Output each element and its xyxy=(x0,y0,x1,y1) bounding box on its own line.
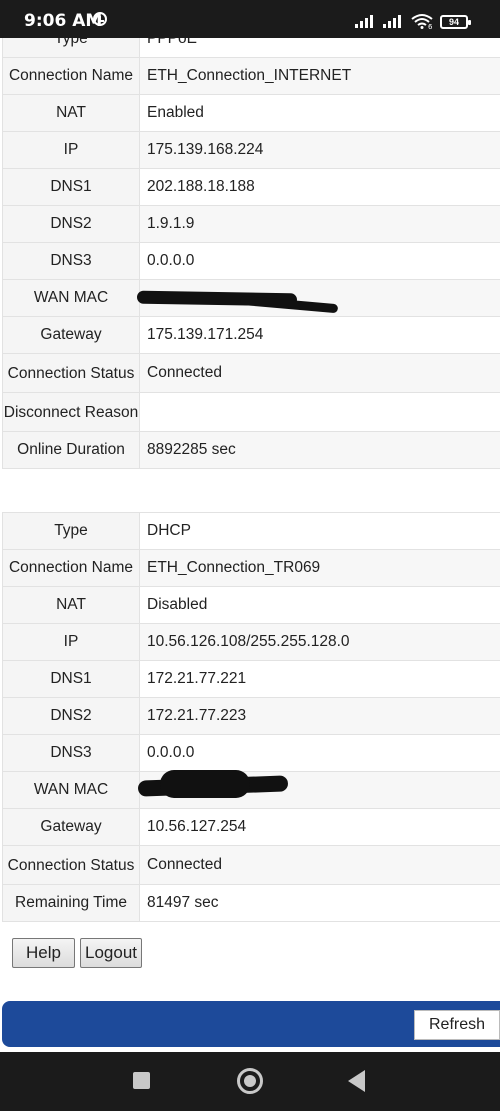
alarm-icon xyxy=(93,12,107,26)
row-label: Connection Name xyxy=(2,549,140,587)
table-row: NAT Enabled xyxy=(2,94,500,132)
back-icon[interactable] xyxy=(348,1070,365,1092)
table-row: DNS2 172.21.77.223 xyxy=(2,697,500,735)
row-label: DNS3 xyxy=(2,242,140,280)
row-value: Connected xyxy=(139,845,500,885)
row-label: IP xyxy=(2,131,140,169)
refresh-button[interactable]: Refresh xyxy=(414,1010,500,1040)
row-value: ETH_Connection_TR069 xyxy=(139,549,500,587)
row-label: DNS1 xyxy=(2,660,140,698)
table-row: Connection Status Connected xyxy=(2,353,500,393)
table-row: DNS3 0.0.0.0 xyxy=(2,242,500,280)
table-row: Disconnect Reason xyxy=(2,392,500,432)
row-label: WAN MAC xyxy=(2,279,140,317)
wifi-icon: 6 xyxy=(411,14,433,29)
row-label: Type xyxy=(2,512,140,550)
row-value: DHCP xyxy=(139,512,500,550)
row-value: 0.0.0.0 xyxy=(139,242,500,280)
row-label: Online Duration xyxy=(2,431,140,469)
row-value: 0.0.0.0 xyxy=(139,734,500,772)
row-value xyxy=(139,392,500,432)
row-label: Connection Name xyxy=(2,57,140,95)
table-row: Online Duration 8892285 sec xyxy=(2,431,500,469)
help-button[interactable]: Help xyxy=(12,938,75,968)
table-row: DNS1 172.21.77.221 xyxy=(2,660,500,698)
home-icon[interactable] xyxy=(237,1068,263,1094)
status-bar: 9:06 AM 6 94 xyxy=(0,0,500,38)
recents-icon[interactable] xyxy=(133,1072,150,1089)
row-value: 1.9.1.9 xyxy=(139,205,500,243)
row-label: Disconnect Reason xyxy=(2,392,140,432)
table-row: Type DHCP xyxy=(2,512,500,550)
row-label: NAT xyxy=(2,586,140,624)
table-row: Connection Name ETH_Connection_INTERNET xyxy=(2,57,500,95)
row-value: 81497 sec xyxy=(139,884,500,922)
row-label: IP xyxy=(2,623,140,661)
table-row: Remaining Time 81497 sec xyxy=(2,884,500,922)
row-label: Remaining Time xyxy=(2,884,140,922)
row-label: NAT xyxy=(2,94,140,132)
status-time: 9:06 AM xyxy=(24,11,103,31)
row-value: Connected xyxy=(139,353,500,393)
row-value: ETH_Connection_INTERNET xyxy=(139,57,500,95)
row-value: Disabled xyxy=(139,586,500,624)
table-row: Connection Name ETH_Connection_TR069 xyxy=(2,549,500,587)
table-row: DNS2 1.9.1.9 xyxy=(2,205,500,243)
row-value: 10.56.127.254 xyxy=(139,808,500,846)
row-label: Connection Status xyxy=(2,353,140,393)
row-label: DNS1 xyxy=(2,168,140,206)
row-label: Gateway xyxy=(2,808,140,846)
table-row: DNS3 0.0.0.0 xyxy=(2,734,500,772)
logout-button[interactable]: Logout xyxy=(80,938,142,968)
navigation-bar xyxy=(0,1052,500,1111)
row-label: DNS2 xyxy=(2,697,140,735)
row-value: 175.139.168.224 xyxy=(139,131,500,169)
row-value: 202.188.18.188 xyxy=(139,168,500,206)
signal-icon xyxy=(383,14,405,28)
internet-connection-table: Type PPPoE Connection Name ETH_Connection_… xyxy=(2,38,500,469)
table-row: Gateway 175.139.171.254 xyxy=(2,316,500,354)
row-value: 172.21.77.223 xyxy=(139,697,500,735)
row-value: 8892285 sec xyxy=(139,431,500,469)
table-row: IP 10.56.126.108/255.255.128.0 xyxy=(2,623,500,661)
table-row: IP 175.139.168.224 xyxy=(2,131,500,169)
row-label: DNS3 xyxy=(2,734,140,772)
table-row: NAT Disabled xyxy=(2,586,500,624)
table-row: Gateway 10.56.127.254 xyxy=(2,808,500,846)
table-row: Type PPPoE xyxy=(2,38,500,58)
battery-level: 94 xyxy=(448,17,459,27)
row-label: Type xyxy=(2,38,140,58)
row-value: 175.139.171.254 xyxy=(139,316,500,354)
row-value: PPPoE xyxy=(139,38,500,58)
row-label: WAN MAC xyxy=(2,771,140,809)
signal-icon xyxy=(355,14,377,28)
row-value: Enabled xyxy=(139,94,500,132)
row-label: DNS2 xyxy=(2,205,140,243)
row-value: 10.56.126.108/255.255.128.0 xyxy=(139,623,500,661)
row-label: Gateway xyxy=(2,316,140,354)
wifi-badge: 6 xyxy=(428,23,433,29)
tr069-connection-table: Type DHCP Connection Name ETH_Connection_T… xyxy=(2,512,500,922)
battery-icon: 94 xyxy=(440,15,471,29)
table-row: DNS1 202.188.18.188 xyxy=(2,168,500,206)
table-row: Connection Status Connected xyxy=(2,845,500,885)
redaction-mark xyxy=(160,770,250,798)
row-value: 172.21.77.221 xyxy=(139,660,500,698)
page-content: Type PPPoE Connection Name ETH_Connection_… xyxy=(0,38,500,1050)
row-label: Connection Status xyxy=(2,845,140,885)
